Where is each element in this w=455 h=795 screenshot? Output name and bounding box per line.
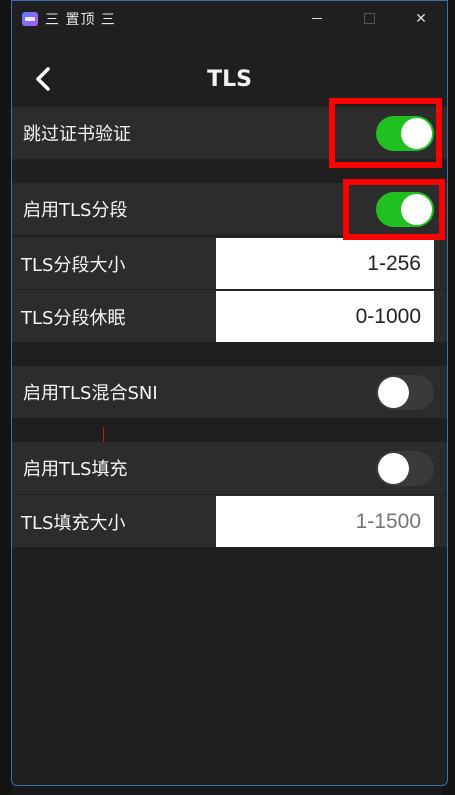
fragment-sleep-label: TLS分段休眠 xyxy=(21,308,126,329)
title-bar[interactable]: 三 置顶 三 ✕ xyxy=(12,1,447,36)
fragment-sleep-input[interactable] xyxy=(216,291,434,342)
padding-size-label: TLS填充大小 xyxy=(21,513,126,534)
padding-size-input[interactable] xyxy=(216,496,434,547)
annotation-highlight-tls-fragment xyxy=(343,179,445,240)
page-title: TLS xyxy=(207,66,252,92)
page-header: TLS xyxy=(12,57,447,101)
mixed-sni-toggle[interactable] xyxy=(376,375,434,410)
setting-row-mixed-sni: 启用TLS混合SNI xyxy=(12,366,447,418)
skip-cert-label: 跳过证书验证 xyxy=(23,124,131,145)
toggle-knob xyxy=(378,377,409,408)
setting-row-padding-size: TLS填充大小 xyxy=(12,495,447,547)
setting-row-fragment-size: TLS分段大小 xyxy=(12,237,447,289)
back-button[interactable] xyxy=(30,65,58,93)
app-icon xyxy=(22,11,38,26)
setting-row-fragment-sleep: TLS分段休眠 xyxy=(12,290,447,342)
mixed-sni-label: 启用TLS混合SNI xyxy=(23,383,158,404)
window-title: 三 置顶 三 xyxy=(45,11,116,28)
maximize-icon xyxy=(363,13,375,24)
close-icon: ✕ xyxy=(415,10,427,27)
annotation-highlight-skip-cert xyxy=(329,98,442,168)
tls-padding-label: 启用TLS填充 xyxy=(23,459,128,480)
chevron-left-icon xyxy=(36,67,50,91)
tls-fragment-label: 启用TLS分段 xyxy=(23,200,128,221)
fragment-size-label: TLS分段大小 xyxy=(21,255,126,276)
close-button[interactable]: ✕ xyxy=(395,1,447,36)
toggle-knob xyxy=(378,453,409,484)
setting-row-tls-padding: 启用TLS填充 xyxy=(12,442,447,494)
maximize-button xyxy=(343,1,395,36)
minimize-button[interactable] xyxy=(291,1,343,36)
window-controls: ✕ xyxy=(291,1,447,36)
minimize-icon xyxy=(312,18,322,19)
fragment-size-input[interactable] xyxy=(216,238,434,289)
tls-padding-toggle[interactable] xyxy=(376,451,434,486)
